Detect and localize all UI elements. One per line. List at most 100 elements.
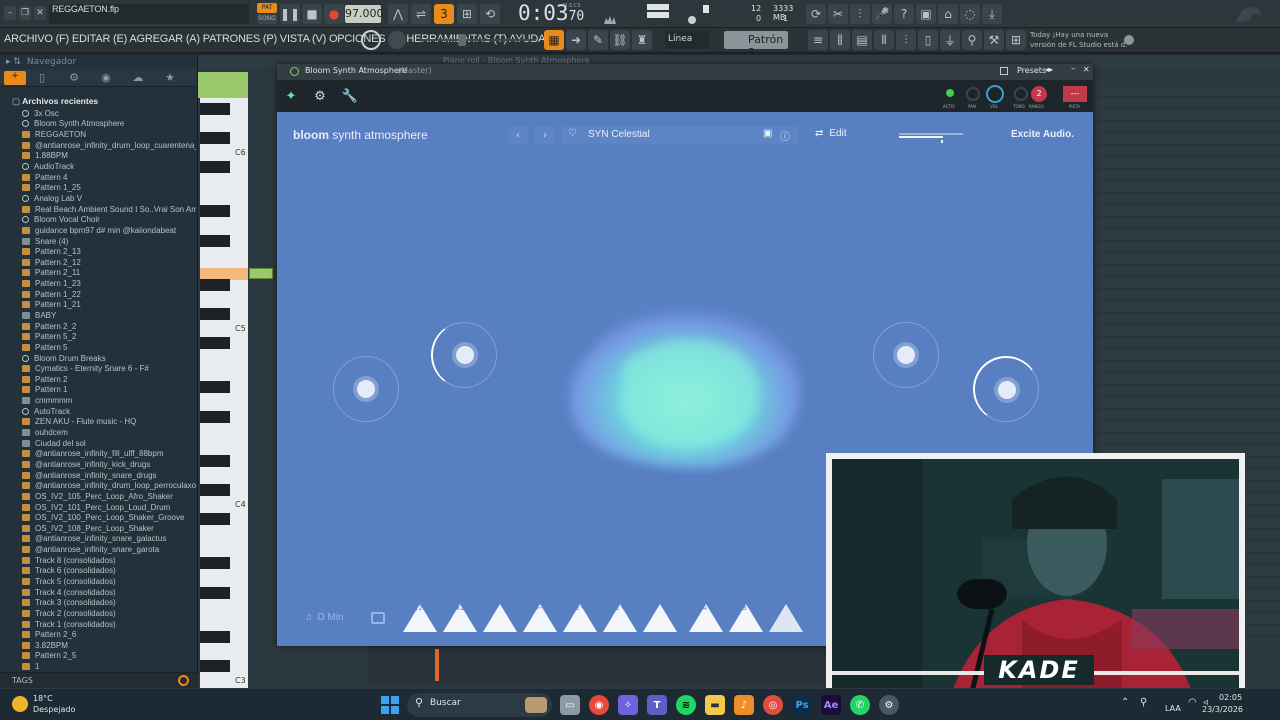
modifier-button[interactable]: ←: [523, 604, 557, 632]
browser-item[interactable]: Snare (4): [22, 236, 196, 247]
black-key[interactable]: [200, 454, 230, 467]
file-explorer-icon[interactable]: ▬: [705, 695, 725, 715]
browser-item[interactable]: Analog Lab V: [22, 193, 196, 204]
tab-cloud-icon[interactable]: ☁: [122, 71, 154, 84]
language-indicator[interactable]: LAA: [1165, 704, 1181, 713]
browser-item[interactable]: Pattern 2_5: [22, 651, 196, 662]
favorite-heart-icon[interactable]: ♡: [568, 128, 577, 139]
velocity-bar[interactable]: [435, 649, 439, 681]
volume-slider[interactable]: [647, 4, 669, 10]
master-knob[interactable]: [688, 16, 696, 24]
mixer-view-icon[interactable]: ⫼: [830, 30, 850, 50]
browser-item[interactable]: OS_IV2_108_Perc_Loop_Shaker: [22, 523, 196, 534]
pitch-slider[interactable]: [647, 12, 669, 18]
channel-rack-icon[interactable]: ≡: [808, 30, 828, 50]
playlist-view-icon[interactable]: ⫴: [874, 30, 894, 50]
taskbar-search[interactable]: ⚲ Buscar: [407, 693, 552, 717]
news-line-1[interactable]: Today ¡Hay una nueva: [1030, 31, 1108, 39]
cart-icon[interactable]: ⊞: [1006, 30, 1026, 50]
preset-selector[interactable]: ♡ SYN Celestial ▣ ⓘ: [561, 126, 799, 145]
modifier-button[interactable]: /2: [403, 604, 437, 632]
draw-icon[interactable]: ✎: [588, 30, 608, 50]
record-button[interactable]: ●: [324, 4, 344, 24]
sound-blob-visual[interactable]: [552, 289, 817, 474]
browser-item[interactable]: BABY: [22, 310, 196, 321]
whatsapp-icon[interactable]: ✆: [850, 695, 870, 715]
black-key[interactable]: [200, 630, 230, 643]
chrome-icon[interactable]: ◉: [589, 695, 609, 715]
black-key[interactable]: [200, 513, 230, 526]
tab-favorites-icon[interactable]: ★: [154, 71, 186, 84]
close-plugin-icon[interactable]: ✕: [1083, 65, 1090, 74]
piano-keyboard[interactable]: C6 C5 C4 C3: [200, 98, 273, 688]
hint-icon[interactable]: [361, 30, 381, 50]
touch-icon[interactable]: ⚒: [984, 30, 1004, 50]
loop-record-icon[interactable]: ⟲: [480, 4, 500, 24]
browser-item[interactable]: Pattern 1_21: [22, 300, 196, 311]
browser-item[interactable]: Bloom Vocal Choir: [22, 214, 196, 225]
preset-next-button[interactable]: ›: [535, 126, 555, 145]
wait-icon[interactable]: ⇌: [411, 4, 431, 24]
preset-nav-icon[interactable]: ◂▸: [1045, 65, 1053, 74]
macro-knob-3[interactable]: [873, 322, 939, 388]
browser-item[interactable]: @antianrose_infinity_kick_drugs: [22, 459, 196, 470]
settings-icon[interactable]: ⚙: [879, 695, 899, 715]
macro-knob-4[interactable]: [973, 356, 1039, 422]
modifier-button[interactable]: x2: [443, 604, 477, 632]
browser-item[interactable]: Pattern 2: [22, 374, 196, 385]
browser-item[interactable]: @antianrose_infinity_fill_ulff_88bpm: [22, 449, 196, 460]
browser-item[interactable]: Pattern 2_11: [22, 268, 196, 279]
browser-item[interactable]: Pattern 4: [22, 172, 196, 183]
close-icon[interactable]: ✕: [34, 6, 46, 20]
photoshop-icon[interactable]: Ps: [792, 695, 812, 715]
fl-studio-icon[interactable]: ♪: [734, 695, 754, 715]
plugin-options-icon[interactable]: ⚙: [310, 86, 330, 106]
browser-item[interactable]: ZEN AKU - Flute music - HQ: [22, 417, 196, 428]
browser-item[interactable]: guidance bpm97 d# min @kaiiondabeat: [22, 225, 196, 236]
black-key[interactable]: [200, 410, 230, 423]
tone-knob[interactable]: [1014, 87, 1028, 101]
plugin-db-icon[interactable]: ▯: [918, 30, 938, 50]
browser-item[interactable]: Bloom Drum Breaks: [22, 353, 196, 364]
copilot-icon[interactable]: ✧: [618, 695, 638, 715]
black-key[interactable]: [200, 161, 230, 174]
help-icon[interactable]: ?: [894, 4, 914, 24]
stop-button[interactable]: ■: [302, 4, 322, 24]
browser-item[interactable]: cmmmmm: [22, 395, 196, 406]
piano-roll-tool[interactable]: [198, 72, 248, 98]
modifier-button[interactable]: ♪+: [603, 604, 637, 632]
modifier-button[interactable]: [643, 604, 677, 632]
browser-item[interactable]: Pattern 2_12: [22, 257, 196, 268]
browser-item[interactable]: Track 3 (consolidados): [22, 597, 196, 608]
browser-item[interactable]: Pattern 2_6: [22, 629, 196, 640]
browser-item[interactable]: Pattern 1: [22, 385, 196, 396]
weather-condition[interactable]: Despejado: [33, 705, 75, 714]
song-mode[interactable]: SONG: [257, 14, 277, 24]
browser-item[interactable]: AudioTrack: [22, 161, 196, 172]
presets-menu-icon[interactable]: [1000, 67, 1008, 75]
spotify-icon[interactable]: ≋: [676, 695, 696, 715]
chat-icon[interactable]: ◌: [960, 4, 980, 24]
clock-time[interactable]: 02:05: [1219, 693, 1242, 702]
weather-icon[interactable]: [12, 696, 28, 712]
plugin-settings-icon[interactable]: ✦: [281, 86, 301, 106]
black-key[interactable]: [200, 557, 230, 570]
tempo-display[interactable]: 97.000: [345, 5, 384, 23]
browser-item[interactable]: OS_IV2_105_Perc_Loop_Afro_Shaker: [22, 491, 196, 502]
browser-item[interactable]: @antianrose_infinity_snare_galactus: [22, 534, 196, 545]
browser-item[interactable]: Pattern 5_2: [22, 331, 196, 342]
browser-item[interactable]: @antianrose_infinity_drum_loop_perrocula…: [22, 480, 196, 491]
windows-start-icon[interactable]: [381, 696, 399, 714]
cut-icon[interactable]: ✂: [828, 4, 848, 24]
clock-date[interactable]: 23/3/2026: [1202, 705, 1243, 714]
piano-roll-icon[interactable]: ▤: [852, 30, 872, 50]
black-key[interactable]: [200, 131, 230, 144]
temperature[interactable]: 18°C: [33, 694, 53, 703]
browser-item[interactable]: Track 8 (consolidados): [22, 555, 196, 566]
browser-item[interactable]: Track 4 (consolidados): [22, 587, 196, 598]
tray-chevron-icon[interactable]: ⌃: [1121, 697, 1129, 708]
tab-plugins-icon[interactable]: ⚙: [58, 71, 90, 84]
after-effects-icon[interactable]: Ae: [821, 695, 841, 715]
tray-network-icon[interactable]: ⚲: [1140, 697, 1147, 708]
browser-item[interactable]: AutoTrack: [22, 406, 196, 417]
